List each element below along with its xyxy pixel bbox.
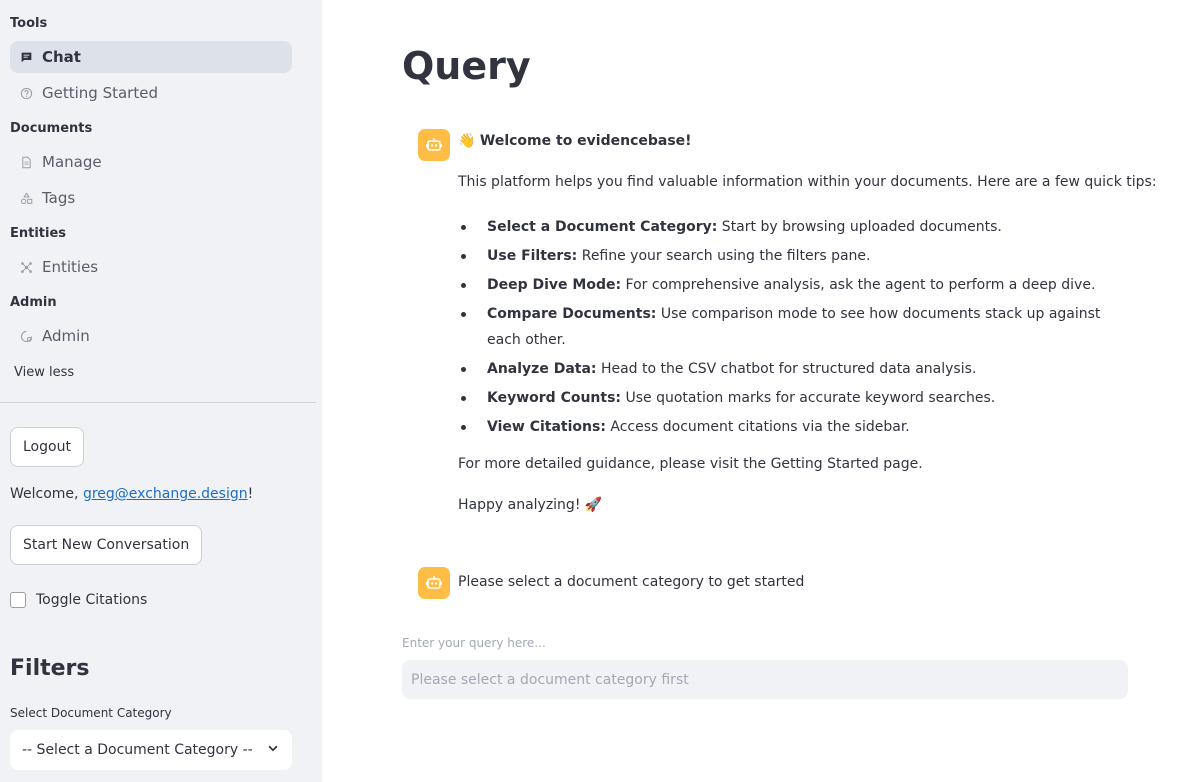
- query-input-label: Enter your query here...: [402, 636, 546, 650]
- sidebar-item-admin[interactable]: Admin: [10, 320, 292, 352]
- start-new-conversation-button[interactable]: Start New Conversation: [10, 525, 203, 565]
- welcome-heading-text: Welcome to evidencebase!: [479, 133, 692, 149]
- welcome-text: Welcome, greg@exchange.design!: [10, 486, 253, 502]
- chat-bubble-icon: [19, 50, 33, 64]
- user-email-link[interactable]: greg@exchange.design: [83, 486, 248, 502]
- sidebar-item-manage[interactable]: Manage: [10, 146, 292, 178]
- page-title: Query: [402, 44, 531, 88]
- list-item: Compare Documents: Use comparison mode t…: [458, 301, 1128, 353]
- sidebar-item-chat[interactable]: Chat: [10, 41, 292, 73]
- category-select[interactable]: -- Select a Document Category --: [10, 730, 292, 770]
- sidebar-item-label: Getting Started: [42, 84, 158, 102]
- tips-list: Select a Document Category: Start by bro…: [458, 214, 1128, 443]
- robot-icon: [418, 567, 450, 599]
- wave-emoji: 👋: [458, 133, 476, 149]
- toggle-citations-label: Toggle Citations: [36, 592, 148, 608]
- sidebar-item-getting-started[interactable]: Getting Started: [10, 77, 292, 109]
- welcome-suffix: !: [247, 486, 254, 502]
- list-item: Analyze Data: Head to the CSV chatbot fo…: [458, 356, 1128, 382]
- list-item: Use Filters: Refine your search using th…: [458, 243, 1128, 269]
- document-icon: [19, 155, 33, 169]
- logout-button[interactable]: Logout: [10, 427, 84, 467]
- view-less-link[interactable]: View less: [14, 365, 74, 380]
- admin-gear-icon: [19, 329, 33, 343]
- sidebar: Tools Chat Getting Started Documents Man…: [0, 0, 322, 782]
- sidebar-item-label: Chat: [42, 48, 81, 66]
- robot-icon: [418, 129, 450, 161]
- sidebar-divider: [0, 402, 316, 403]
- section-label-tools: Tools: [10, 16, 48, 31]
- toggle-citations-row: Toggle Citations: [10, 592, 147, 608]
- chevron-down-icon: [266, 741, 280, 759]
- filters-title: Filters: [10, 656, 90, 681]
- sidebar-item-label: Tags: [42, 189, 76, 207]
- list-item: View Citations: Access document citation…: [458, 414, 1128, 440]
- sidebar-item-label: Admin: [42, 327, 90, 345]
- sidebar-item-label: Manage: [42, 153, 102, 171]
- welcome-intro: This platform helps you find valuable in…: [458, 174, 1157, 190]
- category-select-label: Select Document Category: [10, 706, 172, 720]
- help-circle-icon: [19, 86, 33, 100]
- network-icon: [19, 260, 33, 274]
- section-label-admin: Admin: [10, 295, 57, 310]
- shapes-icon: [19, 191, 33, 205]
- welcome-prefix: Welcome,: [10, 486, 83, 502]
- list-item: Select a Document Category: Start by bro…: [458, 214, 1128, 240]
- sidebar-item-tags[interactable]: Tags: [10, 182, 292, 214]
- list-item: Deep Dive Mode: For comprehensive analys…: [458, 272, 1128, 298]
- sidebar-item-entities[interactable]: Entities: [10, 251, 292, 283]
- assistant-message: Please select a document category to get…: [458, 574, 805, 590]
- section-label-entities: Entities: [10, 226, 67, 241]
- signoff-text: Happy analyzing! 🚀: [458, 497, 603, 513]
- list-item: Keyword Counts: Use quotation marks for …: [458, 385, 1128, 411]
- category-select-value: -- Select a Document Category --: [22, 742, 253, 758]
- toggle-citations-checkbox[interactable]: [10, 592, 26, 608]
- query-input[interactable]: [402, 660, 1128, 699]
- welcome-heading: 👋 Welcome to evidencebase!: [458, 131, 692, 151]
- sidebar-item-label: Entities: [42, 258, 99, 276]
- section-label-documents: Documents: [10, 121, 93, 136]
- guidance-text: For more detailed guidance, please visit…: [458, 456, 923, 472]
